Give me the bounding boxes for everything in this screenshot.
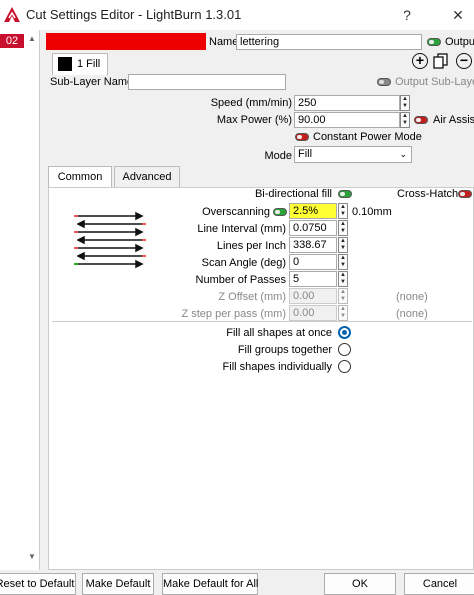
make-default-for-all-button[interactable]: Make Default for All <box>162 573 258 595</box>
overscanning-spinner[interactable]: ▲ ▼ <box>338 203 348 219</box>
mode-select-value: Fill <box>298 148 313 160</box>
z-offset-none: (none) <box>396 291 428 303</box>
air-assist-label: Air Assist <box>433 114 474 126</box>
crosshatch-toggle[interactable] <box>458 190 472 198</box>
fill-individually-radio[interactable] <box>338 360 351 373</box>
output-sublayer-toggle[interactable] <box>377 78 391 86</box>
constant-power-toggle[interactable] <box>295 133 309 141</box>
tab-advanced[interactable]: Advanced <box>114 166 180 188</box>
divider <box>52 321 472 322</box>
layer-name-label: Name <box>209 36 239 48</box>
passes-input[interactable]: 5 <box>289 271 337 287</box>
overscanning-label: Overscanning <box>202 206 270 218</box>
output-sublayer-label: Output Sub-Layer <box>395 76 474 88</box>
copy-sublayer-icon[interactable] <box>433 53 449 69</box>
reset-to-default-button[interactable]: Reset to Default <box>0 573 76 595</box>
speed-spinner[interactable]: ▲ ▼ <box>400 95 410 111</box>
sublayer-name-input[interactable] <box>128 74 286 90</box>
lines-per-inch-label: Lines per Inch <box>216 240 286 252</box>
sublayer-color-swatch <box>58 57 72 71</box>
scan-angle-spinner[interactable]: ▲ ▼ <box>338 254 348 270</box>
layer-list[interactable] <box>0 30 40 570</box>
fill-all-label: Fill all shapes at once <box>226 327 332 339</box>
fill-all-radio[interactable] <box>338 326 351 339</box>
overscanning-toggle[interactable] <box>273 208 287 216</box>
line-interval-input[interactable]: 0.0750 <box>289 220 337 236</box>
layer-name-input[interactable]: lettering <box>236 34 422 50</box>
max-power-label: Max Power (%) <box>216 114 292 126</box>
bidirectional-toggle[interactable] <box>338 190 352 198</box>
scroll-down-icon[interactable]: ▼ <box>28 552 36 561</box>
z-offset-spinner[interactable]: ▲ ▼ <box>338 288 348 304</box>
make-default-button[interactable]: Make Default <box>82 573 154 595</box>
overscanning-mm: 0.10mm <box>352 206 392 218</box>
line-interval-spinner[interactable]: ▲ ▼ <box>338 220 348 236</box>
passes-spinner[interactable]: ▲ ▼ <box>338 271 348 287</box>
constant-power-label: Constant Power Mode <box>313 131 422 143</box>
title-bar: Cut Settings Editor - LightBurn 1.3.01 ?… <box>0 0 474 30</box>
z-step-input[interactable]: 0.00 <box>289 305 337 321</box>
output-label: Output <box>445 36 474 48</box>
lines-per-inch-spinner[interactable]: ▲ ▼ <box>338 237 348 253</box>
ok-button[interactable]: OK <box>324 573 396 595</box>
max-power-spinner[interactable]: ▲ ▼ <box>400 112 410 128</box>
chevron-down-icon: ⌄ <box>399 149 407 159</box>
speed-label: Speed (mm/min) <box>210 97 292 109</box>
passes-label: Number of Passes <box>195 274 286 286</box>
scan-preview-graphic <box>74 211 146 269</box>
max-power-input[interactable]: 90.00 <box>294 112 400 128</box>
bidirectional-label: Bi-directional fill <box>254 188 332 200</box>
lightburn-logo-icon <box>4 7 20 22</box>
window-title: Cut Settings Editor - LightBurn 1.3.01 <box>26 7 242 22</box>
air-assist-toggle[interactable] <box>414 116 428 124</box>
close-button[interactable]: ✕ <box>446 4 470 26</box>
output-toggle[interactable] <box>427 38 441 46</box>
scan-angle-input[interactable]: 0 <box>289 254 337 270</box>
help-button[interactable]: ? <box>395 4 419 26</box>
layer-color-swatch[interactable] <box>46 33 206 50</box>
fill-individually-label: Fill shapes individually <box>222 361 332 373</box>
fill-groups-radio[interactable] <box>338 343 351 356</box>
sublayer-tab-label: 1 Fill <box>77 58 101 70</box>
z-step-label: Z step per pass (mm) <box>181 308 286 320</box>
fill-groups-label: Fill groups together <box>237 344 332 356</box>
crosshatch-label: Cross-Hatch <box>397 188 459 200</box>
sublayer-name-label: Sub-Layer Name <box>50 76 134 88</box>
overscanning-input[interactable]: 2.5% <box>289 203 337 219</box>
remove-sublayer-icon[interactable]: − <box>456 53 472 69</box>
tab-common[interactable]: Common <box>48 166 112 188</box>
mode-label: Mode <box>264 150 292 162</box>
z-step-none: (none) <box>396 308 428 320</box>
add-sublayer-icon[interactable]: + <box>412 53 428 69</box>
z-step-spinner[interactable]: ▲ ▼ <box>338 305 348 321</box>
z-offset-input[interactable]: 0.00 <box>289 288 337 304</box>
layer-index-badge[interactable]: 02 <box>0 34 24 48</box>
speed-input[interactable]: 250 <box>294 95 400 111</box>
tab-sublayer-fill[interactable]: 1 Fill <box>52 53 108 75</box>
mode-select[interactable]: Fill ⌄ <box>294 146 412 163</box>
scroll-up-icon[interactable]: ▲ <box>28 34 36 43</box>
line-interval-label: Line Interval (mm) <box>197 223 286 235</box>
lines-per-inch-input[interactable]: 338.67 <box>289 237 337 253</box>
cancel-button[interactable]: Cancel <box>404 573 474 595</box>
z-offset-label: Z Offset (mm) <box>218 291 286 303</box>
scan-angle-label: Scan Angle (deg) <box>201 257 286 269</box>
